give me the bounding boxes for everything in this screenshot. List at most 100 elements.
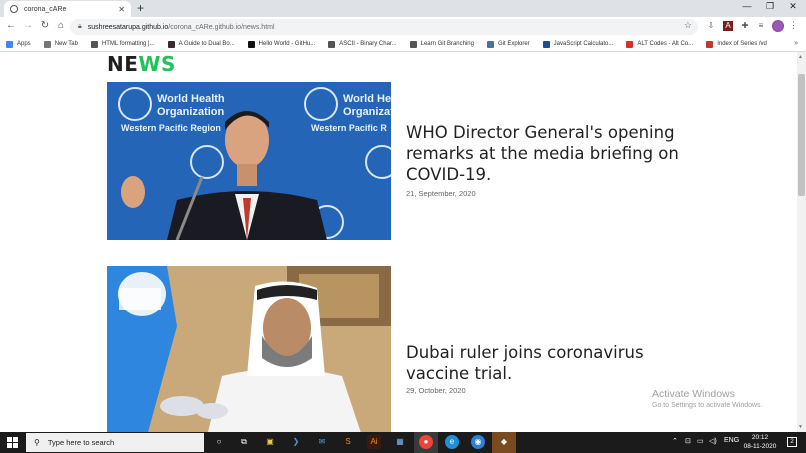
page-title: NEWS [107,52,176,76]
bookmark-label: Apps [17,41,31,47]
bookmarks-overflow-icon[interactable]: » [794,40,798,47]
svg-text:World Health: World Health [157,93,225,105]
url-host: sushreesatarupa.github.io [87,23,169,31]
scrollbar-thumb[interactable] [798,74,805,196]
search-placeholder: Type here to search [47,438,115,447]
bookmark-label: HTML formatting |... [101,41,155,47]
puzzle-icon[interactable]: ✚ [740,21,750,31]
photos-icon[interactable]: ▦ [393,435,407,449]
bookmark-label: JavaScript Calculato... [553,41,614,47]
illustrator-icon[interactable]: Ai [367,435,381,449]
bookmarks-bar: Apps New Tab HTML formatting |... A Guide t… [0,37,806,52]
apps-grid-icon [6,40,13,48]
scroll-up-icon[interactable]: ▲ [798,54,803,60]
bookmark-favicon-icon [90,40,98,48]
bookmark-item[interactable]: Learn Git Branching [409,40,474,48]
bookmark-label: Index of Series /vd [717,41,767,47]
clock-time: 20:12 [751,434,769,441]
bookmark-item[interactable]: JavaScript Calculato... [542,40,614,48]
git-icon[interactable]: ◆ [497,435,511,449]
bookmark-favicon-icon [706,40,714,48]
activate-windows-title: Activate Windows [652,388,735,400]
article-title[interactable]: Dubai ruler joins coronavirus vaccine tr… [406,342,696,384]
cortana-icon[interactable]: ○ [212,435,226,449]
bookmark-favicon-icon [626,40,634,48]
bookmark-item[interactable]: ASCII - Binary Char... [328,40,397,48]
bookmark-label: New Tab [54,41,78,47]
network-icon[interactable]: ⊡ [685,437,691,445]
media-icon[interactable]: ≡ [756,21,766,31]
maximize-button[interactable]: ❐ [760,1,780,12]
bookmark-item[interactable]: Index of Series /vd [706,40,767,48]
article-image-dubai[interactable] [107,266,391,432]
address-bar[interactable]: 🔒︎ sushreesatarupa.github.io/corona_cARe… [70,19,698,35]
svg-text:Organizati: Organizati [343,106,391,118]
language-indicator[interactable]: ENG [724,437,739,444]
article-date: 21, September, 2020 [406,189,476,198]
bookmark-item[interactable]: HTML formatting |... [90,40,155,48]
minimize-button[interactable]: — [737,1,757,11]
page-scrollbar[interactable]: ▲ ▼ [797,52,806,432]
svg-text:Western Pacific R: Western Pacific R [311,123,387,133]
battery-icon[interactable]: ▭ [697,437,704,445]
svg-text:Organization: Organization [157,106,225,118]
extension-icon[interactable]: ⇩ [706,21,716,31]
pdf-extension-icon[interactable]: A [723,21,733,31]
tab-title: corona_cARe [24,5,67,13]
bookmark-item[interactable]: Git Explorer [486,40,530,48]
store-icon[interactable]: ▣ [263,435,277,449]
bookmark-item[interactable]: A Guide to Dual Bo... [167,40,235,48]
activate-windows-subtitle: Go to Settings to activate Windows. [652,402,763,409]
vscode-icon[interactable]: ❯ [289,435,303,449]
tab-close-icon[interactable]: ✕ [118,5,125,14]
forward-icon[interactable]: → [21,20,35,31]
lock-icon: 🔒︎ [78,23,82,30]
scroll-down-icon[interactable]: ▼ [798,424,803,430]
article-date: 29, October, 2020 [406,386,466,395]
mail-icon[interactable]: ✉ [315,435,329,449]
bookmark-favicon-icon [43,40,51,48]
profile-avatar[interactable] [772,20,784,32]
more-menu-icon[interactable]: ⋮ [789,20,798,31]
bookmark-label: Hello World - GitHu... [258,41,316,47]
bookmark-item[interactable]: New Tab [43,40,78,48]
bookmark-label: A Guide to Dual Bo... [178,41,235,47]
bookmark-favicon-icon [486,40,494,48]
new-tab-button[interactable]: + [137,1,144,15]
clock-date: 08-11-2020 [743,442,777,450]
browser-tab[interactable]: corona_cARe ✕ [4,1,131,17]
edge-icon[interactable]: e [445,435,459,449]
taskbar-search[interactable]: ⚲ Type here to search [26,433,204,452]
sublime-icon[interactable]: S [341,435,355,449]
bookmark-favicon-icon [409,40,417,48]
article-image-who[interactable]: World Health Organization Western Pacifi… [107,82,391,240]
close-window-button[interactable]: ✕ [783,1,803,12]
bookmark-favicon-icon [542,40,550,48]
reload-icon[interactable]: ↻ [38,20,52,31]
home-icon[interactable]: ⌂ [54,20,68,31]
article-title[interactable]: WHO Director General's opening remarks a… [406,122,696,185]
bookmark-item[interactable]: Apps [6,40,31,48]
bookmark-star-icon[interactable]: ☆ [684,20,692,31]
bookmark-item[interactable]: ALT Codes - Alt Co... [626,40,693,48]
chrome-icon[interactable]: ● [419,435,433,449]
bookmark-label: Learn Git Branching [420,41,474,47]
svg-text:World Health: World Health [343,93,391,105]
notification-icon[interactable]: 2 [787,437,797,447]
app-icon[interactable]: ◉ [471,435,485,449]
taskbar-clock[interactable]: 20:12 08-11-2020 [740,434,780,451]
task-view-icon[interactable]: ⧉ [237,435,251,449]
windows-start-icon[interactable] [7,437,18,448]
bookmark-label: Git Explorer [497,41,530,47]
bookmark-item[interactable]: Hello World - GitHu... [247,40,316,48]
bookmark-favicon-icon [328,40,336,48]
bookmark-favicon-icon [167,40,175,48]
back-icon[interactable]: ← [4,20,18,31]
volume-icon[interactable]: ◁) [709,437,717,445]
bookmark-label: ASCII - Binary Char... [339,41,397,47]
globe-icon [10,5,18,13]
url-path: /corona_cARe.github.io/news.html [168,23,275,31]
tab-strip: corona_cARe ✕ + — ❐ ✕ [0,0,806,17]
news-page: NEWS World Health Organization Western P… [0,52,797,432]
tray-chevron-icon[interactable]: ⌃ [672,437,678,445]
